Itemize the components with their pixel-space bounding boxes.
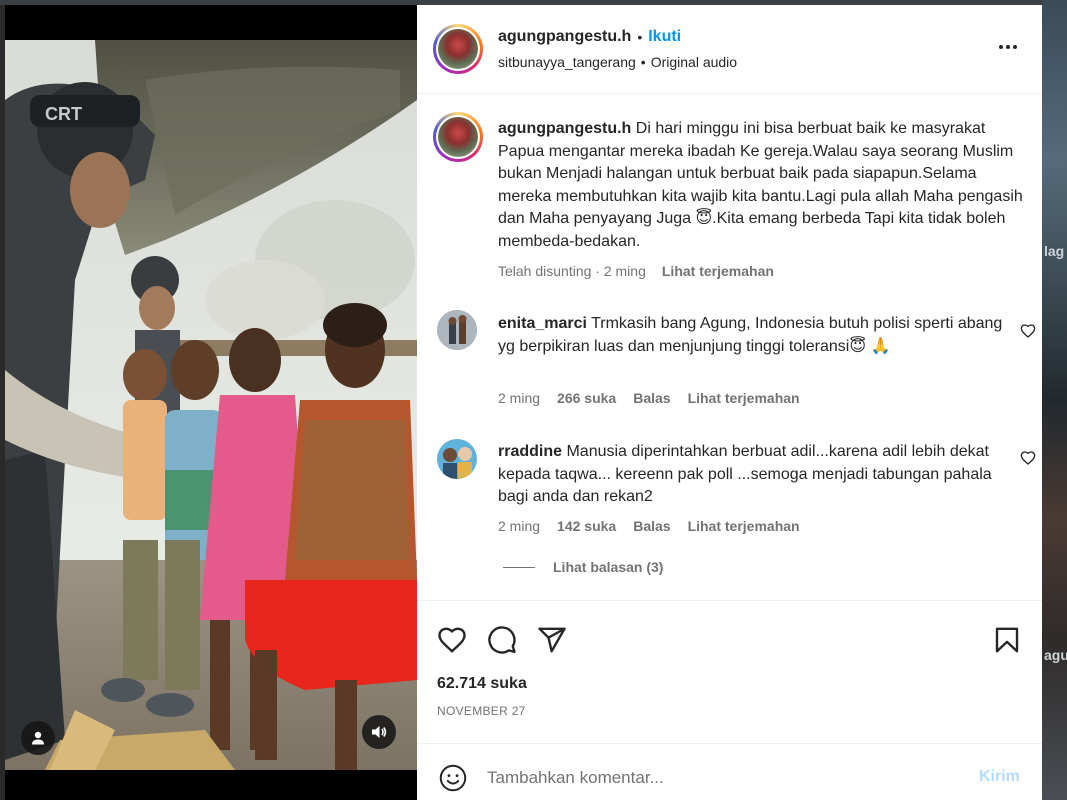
author-username[interactable]: agungpangestu.h [498,28,631,46]
comment-age[interactable]: 2 ming [498,518,540,534]
post-modal: CRT agungpangestu.h • Ikuti sitbunayya_t… [5,5,1042,800]
comment-composer: Kirim [417,743,1042,800]
share-icon[interactable] [537,625,567,655]
post-header: agungpangestu.h • Ikuti sitbunayya_tange… [417,5,1042,94]
heart-icon[interactable] [437,625,467,655]
comment-avatar[interactable] [437,310,477,350]
comment-like-heart-icon[interactable] [1020,323,1036,339]
svg-text:CRT: CRT [45,104,82,124]
like-count[interactable]: 62.714 suka [437,675,527,693]
comment-reply-button[interactable]: Balas [633,390,670,406]
caption-edited-time: Telah disunting · 2 ming [498,263,646,279]
sound-toggle-button[interactable] [362,715,396,749]
sound-icon [372,726,387,738]
user-tag-button[interactable] [21,721,55,755]
separator-dot: • [640,54,646,70]
comment-avatar[interactable] [437,439,477,479]
comment-meta: 2 ming 266 suka Balas Lihat terjemahan [498,390,800,406]
caption-author-avatar[interactable] [433,112,483,162]
bookmark-icon[interactable] [992,625,1022,655]
more-options-button[interactable] [993,35,1023,59]
comment-translate-link[interactable]: Lihat terjemahan [688,390,800,406]
comment: enita_marci Trmkasih bang Agung, Indones… [498,313,1003,358]
comment-like-count[interactable]: 266 suka [557,390,616,406]
view-replies-label: Lihat balasan (3) [553,559,664,575]
send-button[interactable]: Kirim [979,768,1020,786]
comment-like-heart-icon[interactable] [1020,450,1036,466]
comment-age[interactable]: 2 ming [498,390,540,406]
post-side-pane: agungpangestu.h • Ikuti sitbunayya_tange… [417,5,1042,800]
post-video[interactable]: CRT [5,40,417,770]
post-date: NOVEMBER 27 [437,704,526,718]
comments-section: agungpangestu.h Di hari minggu ini bisa … [417,95,1042,599]
comment-text: Manusia diperintahkan berbuat adil...kar… [498,443,992,505]
audio-account[interactable]: sitbunayya_tangerang [498,54,636,70]
caption-meta: Telah disunting · 2 ming Lihat terjemaha… [498,263,774,279]
separator-dot: • [637,29,643,45]
emoji-icon[interactable] [439,764,467,792]
comment-username[interactable]: rraddine [498,443,562,460]
comment: rraddine Manusia diperintahkan berbuat a… [498,441,1003,509]
view-replies-button[interactable]: Lihat balasan (3) [503,559,663,575]
post-actions [417,600,1042,745]
comment-translate-link[interactable]: Lihat terjemahan [688,518,800,534]
comment-input[interactable] [487,766,957,790]
more-icon [999,45,1003,49]
caption-text: Di hari minggu ini bisa berbuat baik ke … [498,120,1023,250]
caption: agungpangestu.h Di hari minggu ini bisa … [498,118,1023,253]
comment-username[interactable]: enita_marci [498,315,587,332]
follow-button[interactable]: Ikuti [648,28,681,46]
comment-meta: 2 ming 142 suka Balas Lihat terjemahan [498,518,800,534]
user-tag-icon [32,731,44,745]
replies-divider [503,566,535,568]
caption-translate-link[interactable]: Lihat terjemahan [662,263,774,279]
media-pane: CRT [5,5,417,800]
comment-like-count[interactable]: 142 suka [557,518,616,534]
caption-username[interactable]: agungpangestu.h [498,120,631,137]
background-text: agu [1044,647,1067,663]
author-avatar[interactable] [433,24,483,74]
comment-icon[interactable] [487,625,517,655]
audio-label[interactable]: Original audio [651,54,737,70]
background-text: lag [1044,243,1065,259]
background-feed: lag agu [1042,0,1067,800]
comment-reply-button[interactable]: Balas [633,518,670,534]
